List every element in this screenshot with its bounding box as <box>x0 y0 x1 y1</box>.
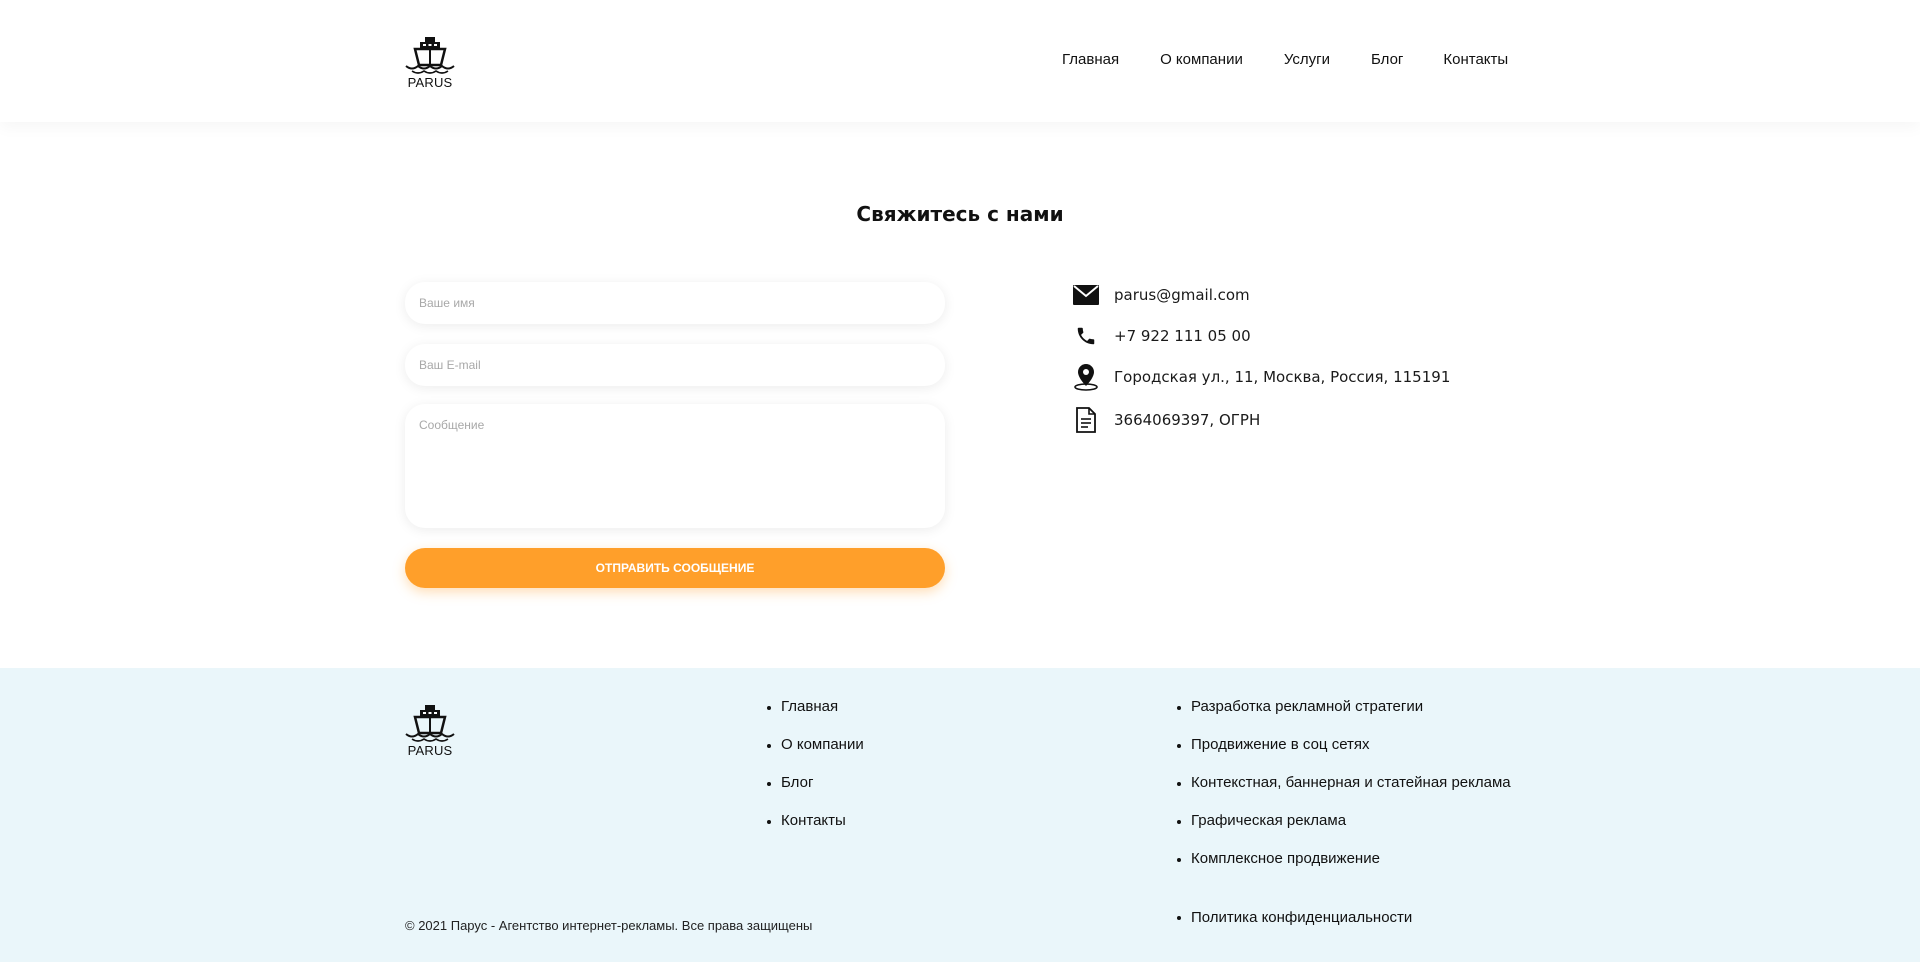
nav-item-contacts[interactable]: Контакты <box>1443 51 1508 68</box>
nav-item-about[interactable]: О компании <box>1160 51 1243 68</box>
site-header: PARUS Главная О компании Услуги Блог Кон… <box>0 0 1920 122</box>
message-textarea[interactable] <box>405 404 945 528</box>
contact-email-row: parus@gmail.com <box>1072 281 1250 309</box>
nav-item-home[interactable]: Главная <box>1062 51 1119 68</box>
footer-services: Разработка рекламной стратегии Продвижен… <box>1177 688 1511 878</box>
footer-nav-item-blog[interactable]: Блог <box>767 764 864 802</box>
footer-logo-text: PARUS <box>407 743 453 758</box>
contact-email[interactable]: parus@gmail.com <box>1114 286 1250 304</box>
logo-text: PARUS <box>407 75 453 90</box>
footer-nav-item-contacts[interactable]: Контакты <box>767 802 864 840</box>
copyright: © 2021 Парус - Агентство интернет-реклам… <box>405 918 813 933</box>
contact-registration: 3664069397, ОГРН <box>1114 411 1261 429</box>
mail-icon <box>1072 281 1100 309</box>
submit-button[interactable]: ОТПРАВИТЬ СООБЩЕНИЕ <box>405 548 945 588</box>
footer-service-item[interactable]: Разработка рекламной стратегии <box>1177 688 1511 726</box>
email-input[interactable] <box>405 344 945 386</box>
main-nav: Главная О компании Услуги Блог Контакты <box>1062 51 1508 68</box>
footer-service-item[interactable]: Контекстная, баннерная и статейная рекла… <box>1177 764 1511 802</box>
footer-nav-item-home[interactable]: Главная <box>767 688 864 726</box>
logo[interactable]: PARUS <box>405 36 455 90</box>
nav-item-blog[interactable]: Блог <box>1371 51 1403 68</box>
footer-service-item[interactable]: Продвижение в соц сетях <box>1177 726 1511 764</box>
footer-logo[interactable]: PARUS <box>405 704 455 758</box>
contact-address-row: Городская ул., 11, Москва, Россия, 11519… <box>1072 363 1450 391</box>
contact-registration-row: 3664069397, ОГРН <box>1072 406 1260 434</box>
document-icon <box>1072 406 1100 434</box>
footer-service-item[interactable]: Графическая реклама <box>1177 802 1511 840</box>
phone-icon <box>1072 322 1100 350</box>
location-pin-icon <box>1072 363 1100 391</box>
footer-nav: Главная О компании Блог Контакты <box>767 688 864 840</box>
footer-service-item[interactable]: Комплексное продвижение <box>1177 840 1511 878</box>
name-input[interactable] <box>405 282 945 324</box>
ship-logo-icon <box>405 37 455 74</box>
ship-logo-icon <box>405 705 455 742</box>
page-title: Свяжитесь с нами <box>856 202 1064 226</box>
privacy-policy-link[interactable]: Политика конфиденциальности <box>1177 908 1412 928</box>
footer-nav-item-about[interactable]: О компании <box>767 726 864 764</box>
contact-phone[interactable]: +7 922 111 05 00 <box>1114 327 1251 345</box>
contact-address: Городская ул., 11, Москва, Россия, 11519… <box>1114 368 1451 386</box>
contact-phone-row: +7 922 111 05 00 <box>1072 322 1251 350</box>
nav-item-services[interactable]: Услуги <box>1284 51 1330 68</box>
site-footer: PARUS Главная О компании Блог Контакты Р… <box>0 668 1920 962</box>
